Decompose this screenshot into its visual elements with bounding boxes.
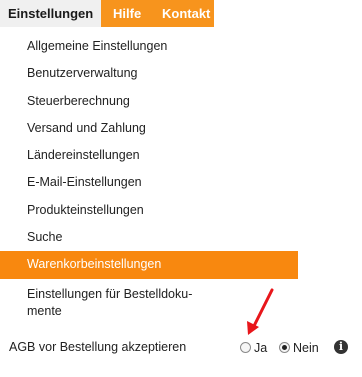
radio-ja-label[interactable]: Ja (254, 341, 267, 355)
radio-nein-label[interactable]: Nein (293, 341, 319, 355)
menu-item-produkteinstellungen[interactable]: Produkteinstellungen (0, 197, 298, 224)
menu-item-benutzerverwaltung[interactable]: Benutzerverwaltung (0, 60, 298, 87)
tab-einstellungen[interactable]: Einstellungen (0, 0, 101, 27)
agb-setting-label: AGB vor Bestellung akzeptieren (9, 340, 187, 354)
menu-item-versand-und-zahlung[interactable]: Versand und Zahlung (0, 115, 298, 142)
tab-hilfe[interactable]: Hilfe (101, 0, 154, 27)
top-menu-bar: Einstellungen Hilfe Kontakt (0, 0, 214, 27)
page: Einstellungen Hilfe Kontakt Allgemeine E… (0, 0, 362, 377)
settings-dropdown-menu: Allgemeine Einstellungen Benutzerverwalt… (0, 27, 298, 324)
tab-kontakt[interactable]: Kontakt (154, 0, 214, 27)
menu-item-warenkorbeinstellungen[interactable]: Warenkorbeinstellungen (0, 251, 298, 279)
menu-item-line-1: Einstellungen für Bestelldoku- (27, 286, 193, 301)
radio-ja[interactable] (240, 342, 251, 353)
menu-item-allgemeine-einstellungen[interactable]: Allgemeine Einstellungen (0, 33, 298, 60)
menu-item-line-2: mente (27, 303, 62, 318)
menu-item-laendereinstellungen[interactable]: Ländereinstellungen (0, 142, 298, 169)
red-arrow-annotation (247, 288, 274, 335)
agb-setting-row: AGB vor Bestellung akzeptieren Ja Nein i (0, 338, 362, 358)
menu-item-email-einstellungen[interactable]: E-Mail-Einstellungen (0, 169, 298, 196)
info-icon[interactable]: i (334, 340, 348, 354)
menu-item-suche[interactable]: Suche (0, 224, 298, 251)
menu-item-steuerberechnung[interactable]: Steuerberechnung (0, 88, 298, 115)
radio-nein[interactable] (279, 342, 290, 353)
